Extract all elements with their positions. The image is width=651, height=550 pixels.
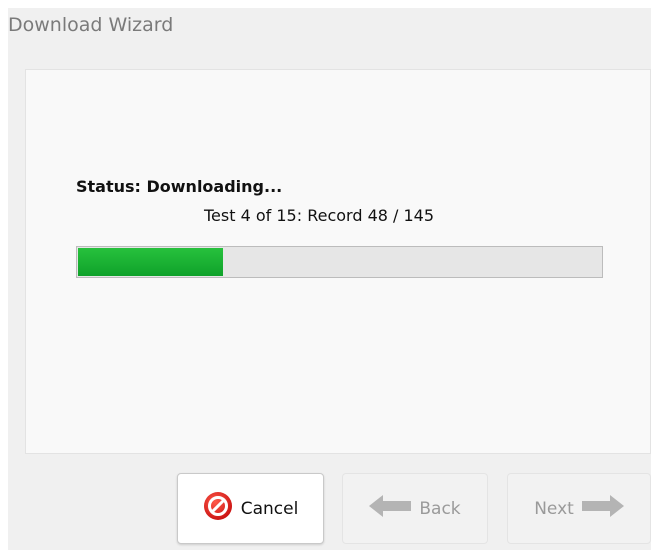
back-button[interactable]: Back	[342, 473, 488, 544]
back-button-label: Back	[419, 498, 461, 519]
arrow-right-icon	[581, 495, 624, 522]
download-progress-bar	[76, 246, 603, 278]
window-title: Download Wizard	[8, 14, 174, 36]
status-detail: Test 4 of 15: Record 48 / 145	[204, 206, 435, 225]
status-label: Status: Downloading...	[76, 177, 283, 196]
next-button[interactable]: Next	[507, 473, 651, 544]
progress-fill	[78, 248, 223, 276]
cancel-button-label: Cancel	[240, 498, 299, 519]
next-button-label: Next	[534, 498, 574, 519]
cancel-button[interactable]: Cancel	[177, 473, 324, 544]
arrow-left-icon	[369, 495, 412, 522]
cancel-icon	[203, 491, 233, 526]
